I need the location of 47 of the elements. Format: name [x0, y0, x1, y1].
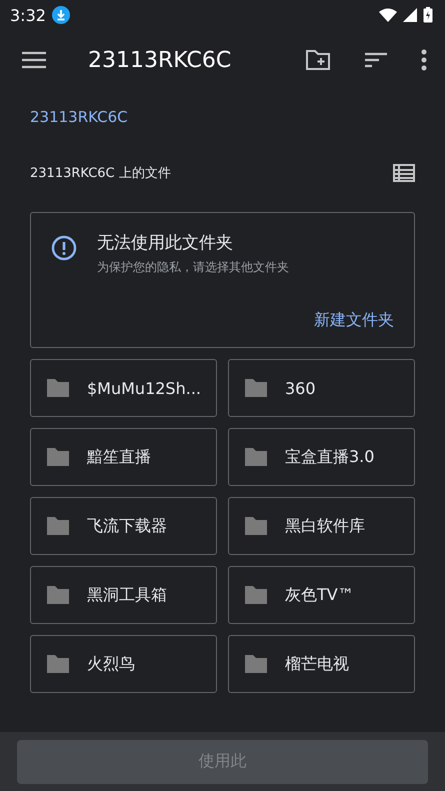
folder-tile[interactable]: 火烈鸟 [30, 635, 217, 693]
signal-icon [403, 8, 417, 22]
folder-name: 宝盒直播3.0 [285, 446, 374, 468]
notice-title: 无法使用此文件夹 [97, 232, 234, 254]
folder-icon [45, 584, 71, 606]
folder-icon [243, 446, 269, 468]
folder-name: $MuMu12Sh... [87, 378, 201, 398]
sort-button[interactable] [365, 52, 387, 68]
folder-icon [243, 653, 269, 675]
folder-icon [45, 377, 71, 399]
breadcrumb-link[interactable]: 23113RKC6C [30, 108, 128, 126]
menu-button[interactable] [22, 51, 46, 69]
folder-name: 黑洞工具箱 [87, 584, 167, 606]
list-view-button[interactable] [393, 164, 415, 182]
folder-tile[interactable]: 黑白软件库 [228, 497, 415, 555]
folder-name: 榴芒电视 [285, 654, 349, 674]
folder-name: 黯笙直播 [87, 446, 151, 468]
folder-icon [45, 446, 71, 468]
folder-tile[interactable]: 宝盒直播3.0 [228, 428, 415, 486]
window-title: 23113RKC6C [88, 48, 232, 72]
folder-icon [243, 515, 269, 537]
info-icon [51, 235, 77, 261]
folder-name: 火烈鸟 [87, 654, 135, 674]
folder-name: 360 [285, 378, 316, 398]
folder-icon [45, 653, 71, 675]
notice-message: 为保护您的隐私，请选择其他文件夹 [97, 259, 289, 276]
wifi-icon [379, 8, 397, 22]
folder-tile[interactable]: 黑洞工具箱 [30, 566, 217, 624]
folder-tile[interactable]: 黯笙直播 [30, 428, 217, 486]
new-folder-link[interactable]: 新建文件夹 [314, 310, 394, 331]
folder-icon [243, 584, 269, 606]
folder-tile[interactable]: 飞流下载器 [30, 497, 217, 555]
folder-name: 灰色TV™ [285, 584, 354, 606]
folder-icon [243, 377, 269, 399]
folder-tile[interactable]: 360 [228, 359, 415, 417]
folder-name: 飞流下载器 [87, 516, 167, 536]
folder-name: 黑白软件库 [285, 516, 365, 536]
folder-tile[interactable]: 榴芒电视 [228, 635, 415, 693]
download-icon [52, 6, 70, 24]
more-button[interactable] [421, 49, 427, 71]
new-folder-button[interactable] [305, 49, 331, 71]
folder-tile[interactable]: $MuMu12Sh... [30, 359, 217, 417]
folder-icon [45, 515, 71, 537]
status-time: 3:32 [10, 6, 46, 24]
battery-icon [423, 7, 433, 23]
section-title: 23113RKC6C 上的文件 [30, 165, 171, 182]
folder-tile[interactable]: 灰色TV™ [228, 566, 415, 624]
